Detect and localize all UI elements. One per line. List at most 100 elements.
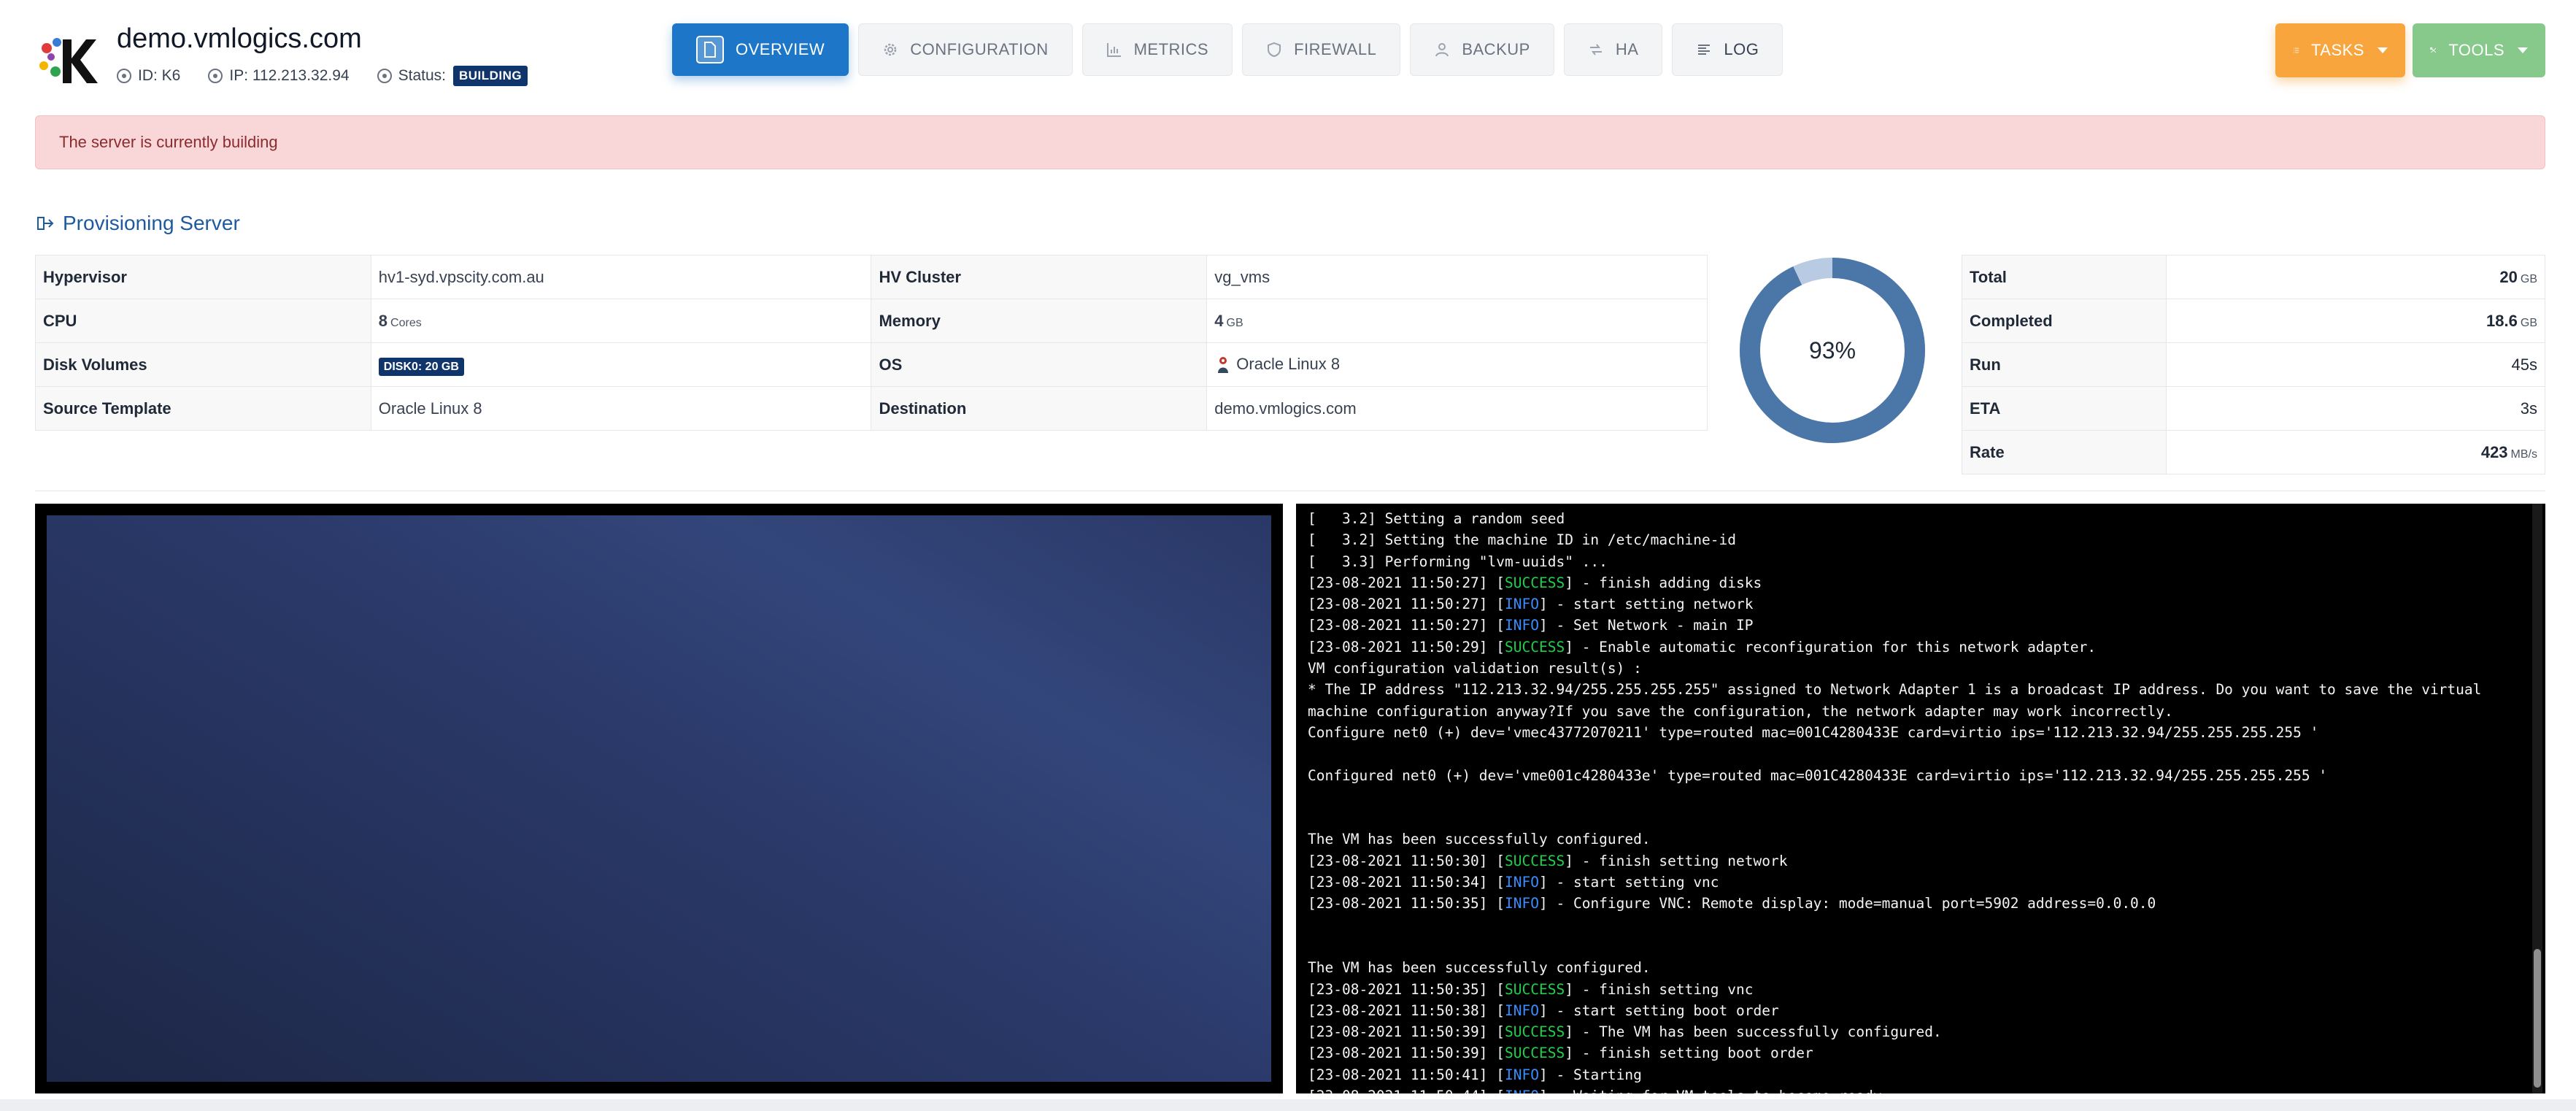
tools-button[interactable]: TOOLS xyxy=(2413,23,2545,77)
status-label: Status: xyxy=(398,67,446,84)
log-text: [23-08-2021 11:50:39] [ xyxy=(1308,1045,1505,1062)
log-text: The VM has been successfully configured. xyxy=(1308,959,1651,977)
table-row: Run 45s xyxy=(1962,342,2545,387)
table-row: Hypervisor hv1-syd.vpscity.com.au HV Clu… xyxy=(35,255,1708,299)
completed-unit: GB xyxy=(2520,316,2537,329)
log-success-tag: SUCCESS xyxy=(1505,574,1565,591)
log-text: * The IP address "112.213.32.94/255.255.… xyxy=(1308,681,2482,699)
tab-overview-label: OVERVIEW xyxy=(736,40,825,58)
log-text: ] - finish setting boot order xyxy=(1565,1045,1813,1062)
eta-value: 3s xyxy=(2166,386,2545,431)
failover-icon xyxy=(1589,44,1602,55)
log-text: ] - Starting xyxy=(1539,1066,1642,1083)
server-status: Status: BUILDING xyxy=(377,66,528,86)
vnc-console[interactable] xyxy=(35,504,1283,1093)
disk-volumes-cell: DISK0: 20 GB xyxy=(370,342,872,387)
log-text: [ 3.2] Setting a random seed xyxy=(1308,510,1565,527)
log-text: [23-08-2021 11:50:35] [ xyxy=(1308,895,1505,912)
cpu-unit: Cores xyxy=(390,316,422,329)
id-circle-icon xyxy=(117,69,131,83)
total-value: 20 xyxy=(2499,267,2518,286)
log-text: ] - start setting boot order xyxy=(1539,1002,1779,1019)
chevron-down-icon xyxy=(2518,47,2528,53)
log-line: * The IP address "112.213.32.94/255.255.… xyxy=(1308,679,2545,700)
log-text: [23-08-2021 11:50:29] [ xyxy=(1308,638,1505,656)
log-line: Configured net0 (+) dev='vme001c4280433e… xyxy=(1308,765,2545,786)
log-info-tag: INFO xyxy=(1505,596,1539,613)
disk-volumes-label: Disk Volumes xyxy=(35,342,371,387)
log-lines: [ 3.2] Setting a random seed [ 3.2] Setti… xyxy=(1308,508,2545,1093)
user-backup-icon xyxy=(1435,43,1449,57)
source-template-label: Source Template xyxy=(35,386,371,431)
log-line: [23-08-2021 11:50:39] [SUCCESS] - The VM… xyxy=(1308,1021,2545,1042)
tab-bar: OVERVIEW CONFIGURATION METRICS FIREWALL … xyxy=(672,23,1792,76)
tasks-button[interactable]: TASKS xyxy=(2275,23,2405,77)
log-line: [23-08-2021 11:50:29] [SUCCESS] - Enable… xyxy=(1308,637,2545,658)
memory-unit: GB xyxy=(1226,316,1243,329)
build-log-terminal[interactable]: [ 3.2] Setting a random seed [ 3.2] Setti… xyxy=(1296,504,2545,1093)
log-line: [23-08-2021 11:50:27] [SUCCESS] - finish… xyxy=(1308,572,2545,593)
scrollbar-thumb[interactable] xyxy=(2534,949,2541,1088)
tab-log[interactable]: LOG xyxy=(1672,23,1783,76)
progress-donut: 93% xyxy=(1740,258,1925,443)
log-text: [23-08-2021 11:50:39] [ xyxy=(1308,1023,1505,1041)
server-ip: IP: 112.213.32.94 xyxy=(208,67,350,85)
tab-log-label: LOG xyxy=(1724,40,1759,58)
bar-chart-icon xyxy=(1106,43,1121,57)
table-row: Completed 18.6 GB xyxy=(1962,299,2545,343)
tab-configuration[interactable]: CONFIGURATION xyxy=(858,23,1073,76)
table-row: ETA 3s xyxy=(1962,386,2545,431)
log-text: ] - finish setting network xyxy=(1565,852,1788,869)
page-footer-strip xyxy=(0,1099,2576,1111)
log-text: [ 3.2] Setting the machine ID in /etc/ma… xyxy=(1308,531,1736,549)
log-text: [23-08-2021 11:50:41] [ xyxy=(1308,1066,1505,1083)
cpu-value: 8 xyxy=(378,311,388,330)
tab-backup[interactable]: BACKUP xyxy=(1410,23,1554,76)
vnc-screen[interactable] xyxy=(47,515,1271,1082)
log-line: [ 3.3] Performing "lvm-uuids" ... xyxy=(1308,551,2545,572)
log-success-tag: SUCCESS xyxy=(1505,638,1565,656)
log-text: ] - Configure VNC: Remote display: mode=… xyxy=(1539,895,2156,912)
tasks-button-label: TASKS xyxy=(2310,41,2364,59)
run-label: Run xyxy=(1962,342,2167,387)
log-success-tag: SUCCESS xyxy=(1505,1045,1565,1062)
log-text: Configured net0 (+) dev='vme001c4280433e… xyxy=(1308,766,2328,784)
log-text: ] - finish adding disks xyxy=(1565,574,1762,591)
table-row: Disk Volumes DISK0: 20 GB OS Oracle Linu… xyxy=(35,342,1708,387)
log-text: Configure net0 (+) dev='vmec43772070211'… xyxy=(1308,723,2319,741)
tab-overview[interactable]: OVERVIEW xyxy=(672,23,849,76)
hv-cluster-label: HV Cluster xyxy=(871,255,1208,299)
log-info-tag: INFO xyxy=(1505,1002,1539,1019)
log-text: The VM has been successfully configured. xyxy=(1308,831,1651,848)
log-info-tag: INFO xyxy=(1505,1088,1539,1093)
tab-ha[interactable]: HA xyxy=(1563,23,1663,76)
log-info-tag: INFO xyxy=(1505,617,1539,634)
log-text: ] - Waiting for VM tools to become ready xyxy=(1539,1088,1882,1093)
section-title: Provisioning Server xyxy=(35,212,240,235)
log-line: Configure net0 (+) dev='vmec43772070211'… xyxy=(1308,722,2545,743)
log-text: [23-08-2021 11:50:44] [ xyxy=(1308,1088,1505,1093)
log-line: machine configuration anyway?If you save… xyxy=(1308,701,2545,722)
log-text: [23-08-2021 11:50:35] [ xyxy=(1308,980,1505,998)
gear-icon xyxy=(884,43,897,56)
tab-firewall[interactable]: FIREWALL xyxy=(1242,23,1401,76)
rate-value: 423 xyxy=(2480,442,2508,461)
log-text: [23-08-2021 11:50:27] [ xyxy=(1308,596,1505,613)
run-value: 45s xyxy=(2166,342,2545,387)
log-text: [23-08-2021 11:50:30] [ xyxy=(1308,852,1505,869)
log-success-tag: SUCCESS xyxy=(1505,852,1565,869)
section-title-text: Provisioning Server xyxy=(63,212,240,234)
tab-metrics-label: METRICS xyxy=(1133,40,1209,58)
tab-metrics[interactable]: METRICS xyxy=(1081,23,1233,76)
total-unit: GB xyxy=(2520,272,2537,285)
os-label: OS xyxy=(871,342,1208,387)
terminal-scrollbar[interactable] xyxy=(2532,504,2542,1093)
rate-cell: 423 MB/s xyxy=(2166,430,2545,474)
log-line: [23-08-2021 11:50:39] [SUCCESS] - finish… xyxy=(1308,1042,2545,1064)
os-value: Oracle Linux 8 xyxy=(1236,354,1341,373)
eta-label: ETA xyxy=(1962,386,2167,431)
total-label: Total xyxy=(1962,255,2167,299)
log-info-tag: INFO xyxy=(1505,874,1539,891)
